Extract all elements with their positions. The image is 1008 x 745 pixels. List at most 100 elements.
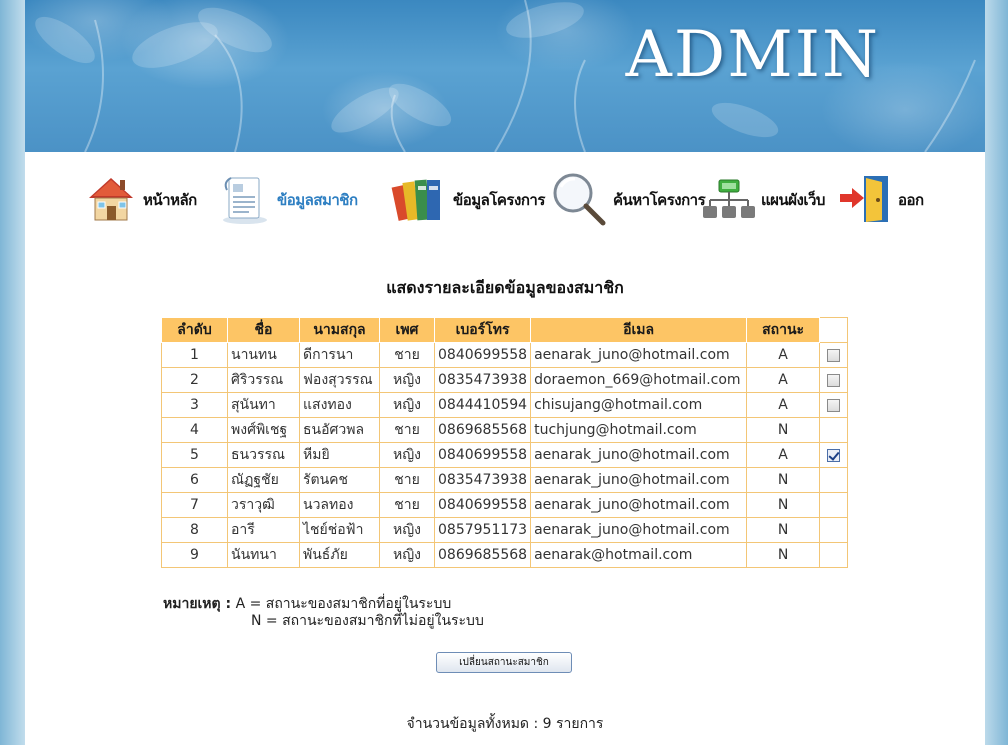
cell-status: N — [746, 467, 821, 493]
members-table: ลำดับ ชื่อ นามสกุล เพศ เบอร์โทร อีเมล สถ… — [161, 317, 849, 568]
cell-phone: 0840699558 — [433, 442, 532, 468]
cell-select — [819, 392, 849, 418]
col-header-last-name: นามสกุล — [299, 317, 380, 343]
cell-no: 6 — [161, 467, 228, 493]
cell-phone: 0835473938 — [433, 467, 532, 493]
col-header-status: สถานะ — [746, 317, 821, 343]
table-row: 4 พงศ์พิเชฐ ธนอัศวพล ชาย 0869685568 tuchjung@… — [161, 417, 849, 443]
cell-email: aenarak_juno@hotmail.com — [530, 517, 748, 543]
cell-status: N — [746, 492, 821, 518]
table-row: 9 นันทนา พันธ์ภัย หญิง 0869685568 aenarak@hot… — [161, 542, 849, 568]
note-line-a: A = สถานะของสมาชิกที่อยู่ในระบบ — [235, 596, 452, 612]
cell-sex: หญิง — [379, 542, 435, 568]
cell-status: A — [746, 442, 821, 468]
cell-last-name: พันธ์ภัย — [299, 542, 380, 568]
cell-first-name: อารี — [227, 517, 300, 543]
row-select-checkbox[interactable] — [827, 448, 841, 462]
header-banner: ADMIN — [25, 0, 985, 152]
change-status-button[interactable]: เปลี่ยนสถานะสมาชิก — [436, 652, 572, 673]
col-header-sex: เพศ — [379, 317, 435, 343]
nav-exit-label: ออก — [898, 191, 924, 209]
table-body: 1 นานทน ดีการนา ชาย 0840699558 aenarak_juno@h… — [161, 342, 849, 568]
cell-status: A — [746, 342, 821, 368]
cell-no: 1 — [161, 342, 228, 368]
cell-phone: 0840699558 — [433, 342, 532, 368]
cell-last-name: แสงทอง — [299, 392, 380, 418]
nav-home-label: หน้าหลัก — [143, 191, 197, 209]
nav-project-info[interactable]: ข้อมูลโครงการ — [389, 170, 545, 230]
cell-last-name: รัตนคช — [299, 467, 380, 493]
cell-phone: 0857951173 — [433, 517, 532, 543]
cell-no: 7 — [161, 492, 228, 518]
col-header-select — [819, 317, 848, 343]
status-note: หมายเหตุ : A = สถานะของสมาชิกที่อยู่ในระ… — [163, 596, 484, 630]
row-select-checkbox[interactable] — [827, 398, 841, 412]
note-label: หมายเหตุ : — [163, 596, 232, 612]
total-count: จำนวนข้อมูลทั้งหมด : 9 รายการ — [406, 716, 604, 732]
cell-select — [819, 417, 849, 443]
cell-select — [819, 342, 849, 368]
table-row: 6 ณัฏฐชัย รัตนคช ชาย 0835473938 aenarak_juno@… — [161, 467, 849, 493]
nav-search-project-label: ค้นหาโครงการ — [613, 191, 706, 209]
cell-email: aenarak@hotmail.com — [530, 542, 748, 568]
table-row: 2 ศิริวรรณ ฟองสุวรรณ หญิง 0835473938 doraemon… — [161, 367, 849, 393]
row-select-checkbox[interactable] — [827, 348, 841, 362]
nav-member-info[interactable]: ข้อมูลสมาชิก — [217, 170, 358, 230]
cell-last-name: ธนอัศวพล — [299, 417, 380, 443]
cell-first-name: ณัฏฐชัย — [227, 467, 300, 493]
note-line-n: N = สถานะของสมาชิกที่ไม่อยู่ในระบบ — [251, 613, 484, 629]
cell-select — [819, 542, 849, 568]
cell-first-name: ธนวรรณ — [227, 442, 300, 468]
cell-first-name: สุนันทา — [227, 392, 300, 418]
cell-first-name: นันทนา — [227, 542, 300, 568]
cell-select — [819, 367, 849, 393]
sitemap-icon — [701, 170, 757, 230]
cell-phone: 0835473938 — [433, 367, 532, 393]
cell-select — [819, 517, 849, 543]
cell-phone: 0869685568 — [433, 542, 532, 568]
cell-no: 3 — [161, 392, 228, 418]
cell-no: 5 — [161, 442, 228, 468]
nav-exit[interactable]: ออก — [838, 170, 924, 230]
col-header-email: อีเมล — [530, 317, 748, 343]
cell-no: 4 — [161, 417, 228, 443]
nav-home[interactable]: หน้าหลัก — [83, 170, 197, 230]
row-select-checkbox[interactable] — [827, 373, 841, 387]
cell-no: 9 — [161, 542, 228, 568]
banner-title: ADMIN — [625, 18, 880, 92]
cell-sex: หญิง — [379, 517, 435, 543]
col-header-first-name: ชื่อ — [227, 317, 300, 343]
cell-last-name: หีมยิ — [299, 442, 380, 468]
table-header-row: ลำดับ ชื่อ นามสกุล เพศ เบอร์โทร อีเมล สถ… — [161, 317, 848, 343]
cell-email: doraemon_669@hotmail.com — [530, 367, 748, 393]
house-icon — [83, 170, 139, 230]
cell-status: N — [746, 542, 821, 568]
table-row: 1 นานทน ดีการนา ชาย 0840699558 aenarak_juno@h… — [161, 342, 849, 368]
cell-first-name: นานทน — [227, 342, 300, 368]
cell-sex: ชาย — [379, 417, 435, 443]
nav-member-info-label: ข้อมูลสมาชิก — [277, 191, 358, 209]
cell-first-name: พงศ์พิเชฐ — [227, 417, 300, 443]
cell-status: A — [746, 367, 821, 393]
col-header-no: ลำดับ — [161, 317, 228, 343]
nav-search-project[interactable]: ค้นหาโครงการ — [547, 167, 706, 233]
cell-sex: ชาย — [379, 492, 435, 518]
table-row: 7 วราวุฒิ นวลทอง ชาย 0840699558 aenarak_juno@… — [161, 492, 849, 518]
table-row: 3 สุนันทา แสงทอง หญิง 0844410594 chisujang@ho… — [161, 392, 849, 418]
cell-phone: 0840699558 — [433, 492, 532, 518]
cell-email: aenarak_juno@hotmail.com — [530, 442, 748, 468]
cell-last-name: ไชย์ช่อฟ้า — [299, 517, 380, 543]
main-nav: หน้าหลัก ข้อมูลสมาชิก ข้อมูลโครงการ ค้นห… — [25, 170, 985, 230]
nav-sitemap[interactable]: แผนผังเว็บ — [701, 170, 825, 230]
cell-phone: 0869685568 — [433, 417, 532, 443]
cell-email: aenarak_juno@hotmail.com — [530, 467, 748, 493]
cell-email: aenarak_juno@hotmail.com — [530, 342, 748, 368]
cell-sex: ชาย — [379, 342, 435, 368]
magnifier-icon — [547, 167, 609, 233]
section-title: แสดงรายละเอียดข้อมูลของสมาชิก — [386, 278, 624, 297]
cell-sex: หญิง — [379, 442, 435, 468]
cell-first-name: ศิริวรรณ — [227, 367, 300, 393]
cell-status: N — [746, 417, 821, 443]
cell-phone: 0844410594 — [433, 392, 532, 418]
col-header-phone: เบอร์โทร — [433, 317, 532, 343]
